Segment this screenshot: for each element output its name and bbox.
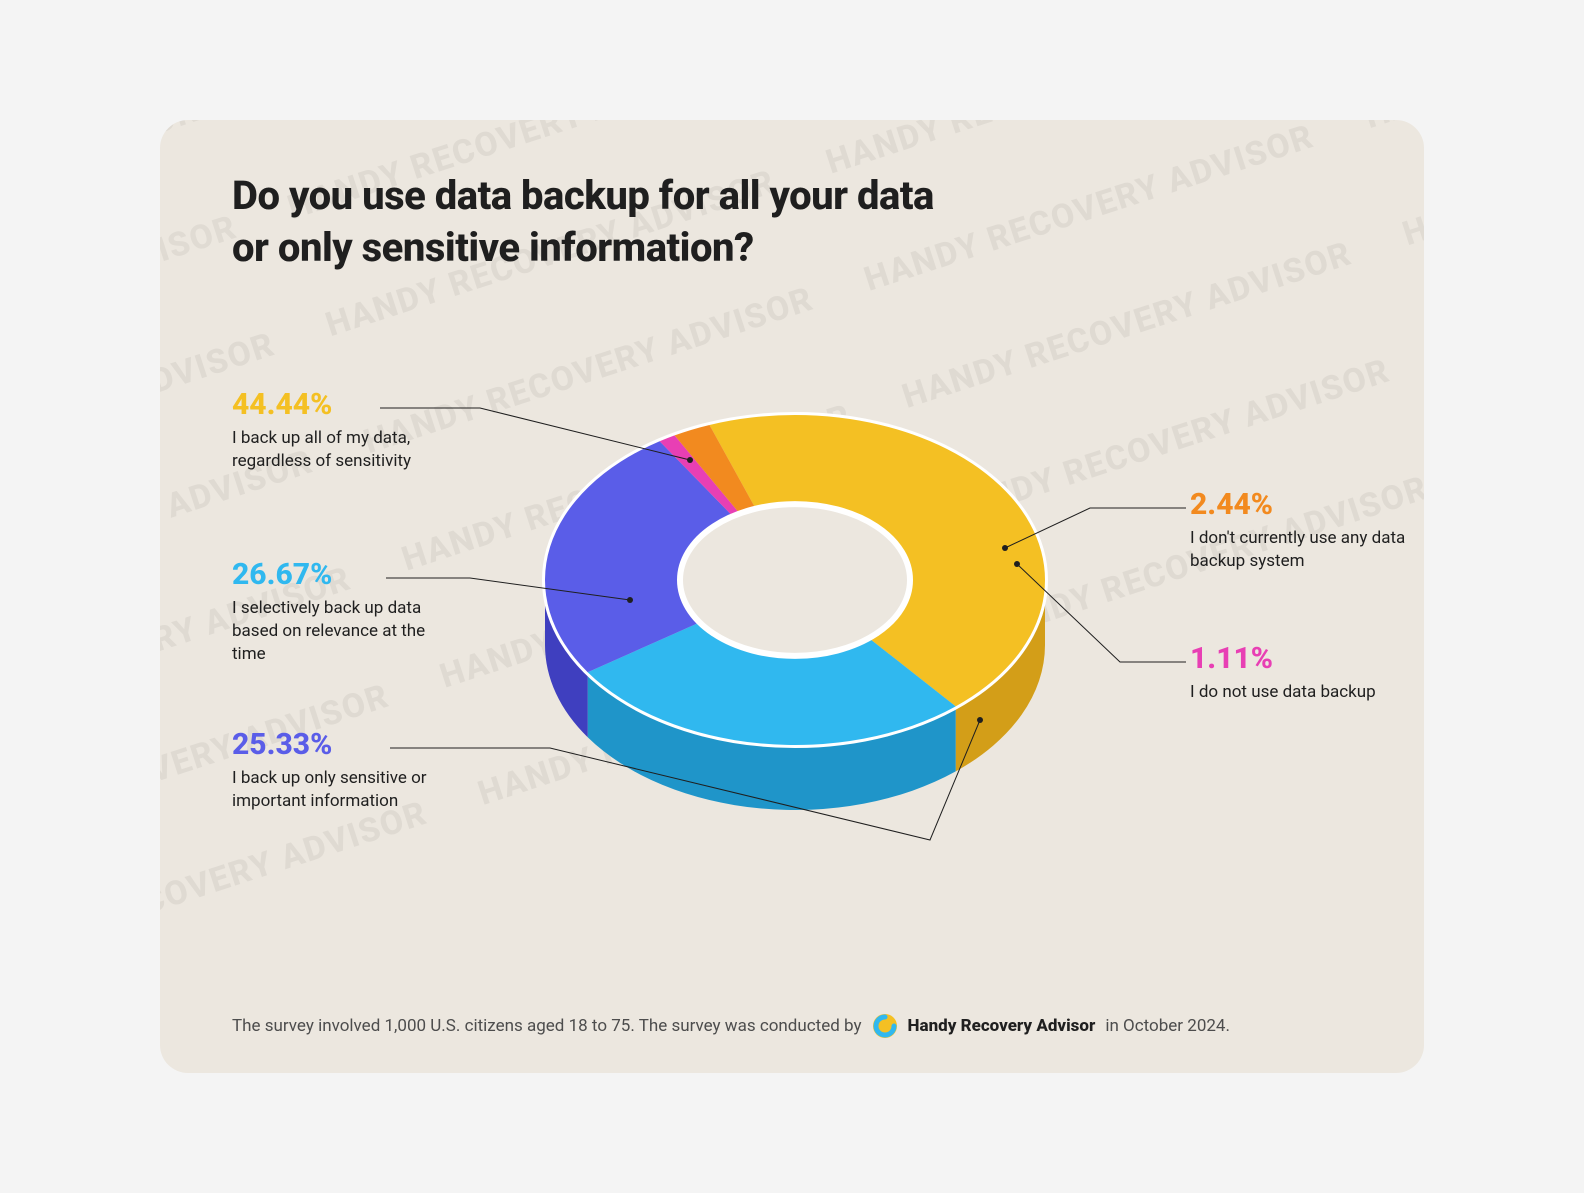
slice-label-sensitive-only: 25.33% I back up only sensitive or impor… xyxy=(232,728,462,813)
footer-post: in October 2024. xyxy=(1105,1016,1230,1036)
slice-text: I do not use data backup xyxy=(1190,681,1376,704)
chart-card: HANDY RECOVERY ADVISORHANDY RECOVERY ADV… xyxy=(160,120,1424,1073)
slice-percent: 1.11% xyxy=(1190,642,1376,675)
slice-label-no-backup: 1.11% I do not use data backup xyxy=(1190,642,1376,704)
title-line-1: Do you use data backup for all your data xyxy=(232,172,934,219)
donut-svg xyxy=(515,320,1075,880)
footer-pre: The survey involved 1,000 U.S. citizens … xyxy=(232,1016,862,1036)
chart-title: Do you use data backup for all your data… xyxy=(232,170,1352,274)
slice-text: I don't currently use any data backup sy… xyxy=(1190,527,1420,573)
slice-label-no-system: 2.44% I don't currently use any data bac… xyxy=(1190,488,1420,573)
footer-brand: Handy Recovery Advisor xyxy=(908,1016,1096,1036)
slice-percent: 26.67% xyxy=(232,558,462,591)
slice-percent: 2.44% xyxy=(1190,488,1420,521)
slice-percent: 25.33% xyxy=(232,728,462,761)
brand-logo-icon xyxy=(872,1013,898,1039)
slice-text: I selectively back up data based on rele… xyxy=(232,597,462,666)
slice-percent: 44.44% xyxy=(232,388,462,421)
slice-text: I back up all of my data, regardless of … xyxy=(232,427,462,473)
title-line-2: or only sensitive information? xyxy=(232,224,754,271)
slice-text: I back up only sensitive or important in… xyxy=(232,767,462,813)
donut-chart xyxy=(515,320,1075,880)
slice-label-all-data: 44.44% I back up all of my data, regardl… xyxy=(232,388,462,473)
slice-label-selective: 26.67% I selectively back up data based … xyxy=(232,558,462,666)
chart-footer: The survey involved 1,000 U.S. citizens … xyxy=(232,1013,1352,1039)
